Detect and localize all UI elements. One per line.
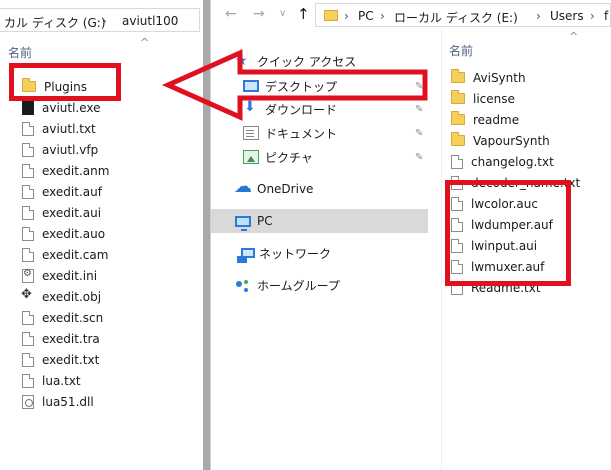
annotation-arrow-icon <box>161 49 428 121</box>
